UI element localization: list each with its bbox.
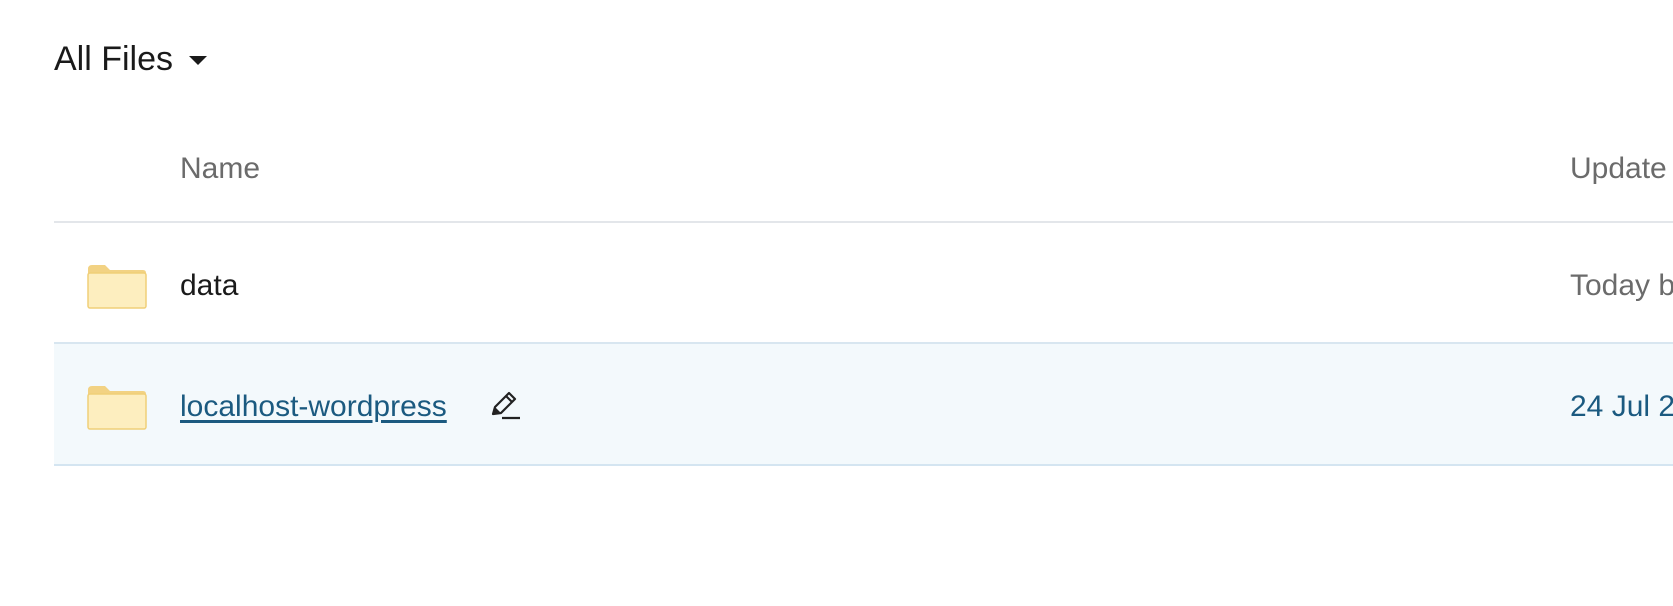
folder-icon (87, 265, 147, 309)
file-updated: 24 Jul 2 (1570, 390, 1673, 423)
pencil-edit-icon[interactable] (487, 388, 521, 422)
files-table: Name Update data Today b localhost-wordp… (54, 128, 1673, 466)
table-row[interactable]: localhost-wordpress 24 Jul 2 (54, 344, 1673, 466)
folder-icon (87, 386, 147, 430)
table-header: Name Update (54, 128, 1673, 223)
table-row[interactable]: data Today b (54, 223, 1673, 344)
file-name[interactable]: data (180, 269, 238, 303)
file-name-link[interactable]: localhost-wordpress (180, 390, 447, 424)
file-browser-page: All Files Name Update data Today b local… (0, 0, 1673, 606)
all-files-dropdown[interactable]: All Files (54, 40, 208, 78)
column-header-updated[interactable]: Update (1570, 152, 1667, 186)
caret-down-icon (189, 55, 208, 65)
column-header-name[interactable]: Name (180, 152, 260, 186)
page-title: All Files (54, 40, 174, 78)
file-updated: Today b (1570, 269, 1673, 302)
